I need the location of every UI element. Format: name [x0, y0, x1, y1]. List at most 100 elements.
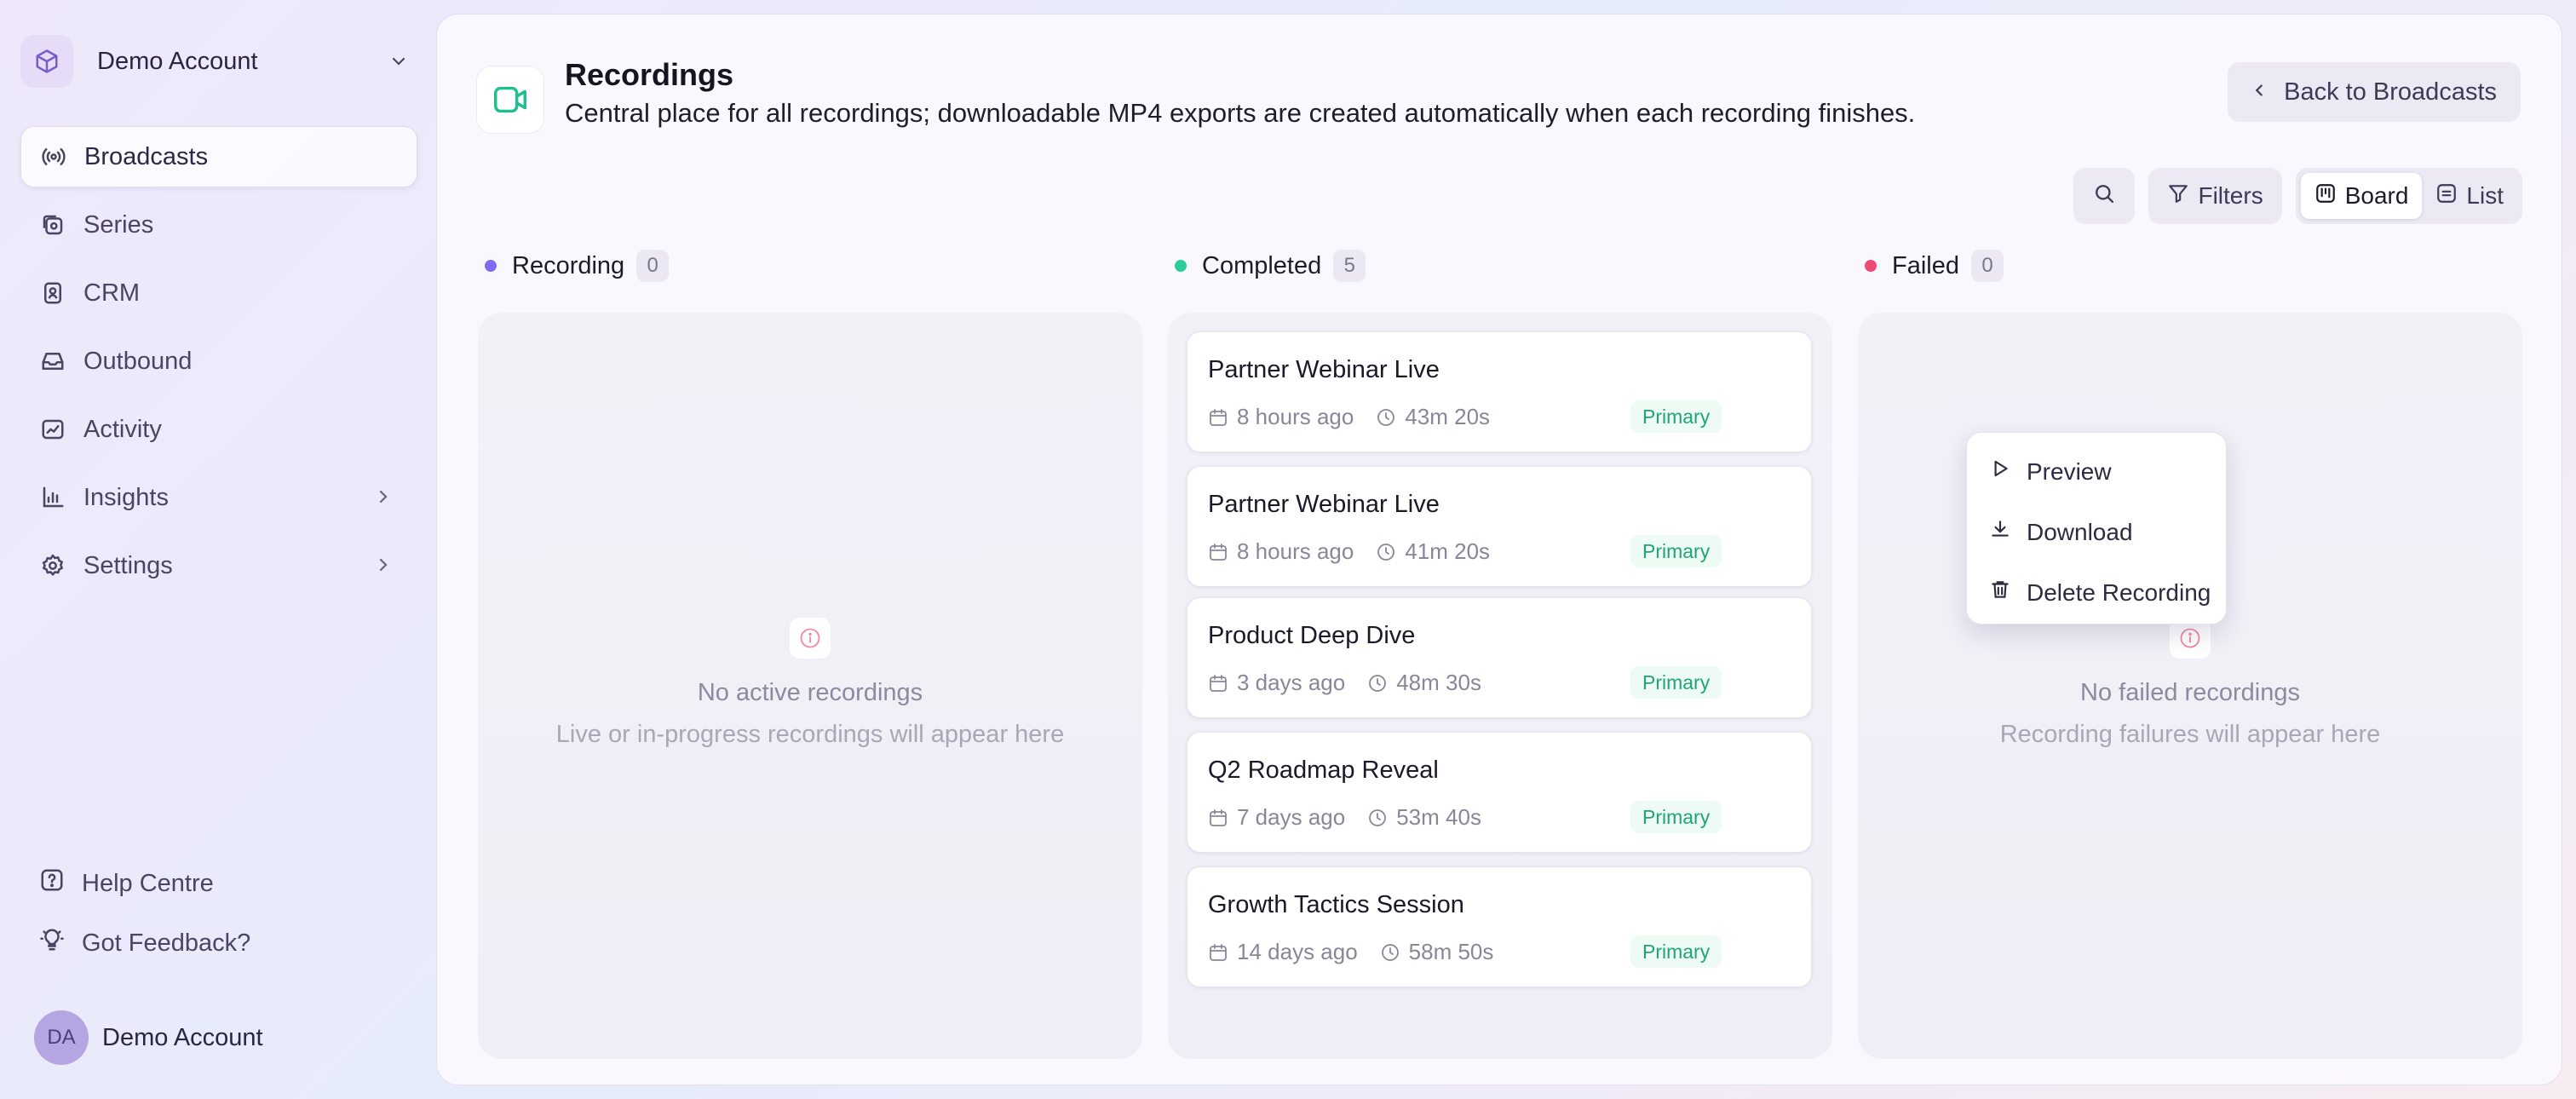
recording-title: Growth Tactics Session [1208, 891, 1464, 918]
sidebar-item-label: Insights [83, 483, 169, 511]
filters-label: Filters [2198, 182, 2263, 209]
recording-meta: 14 days ago 58m 50s [1208, 939, 1515, 965]
sidebar: Demo Account Broadcasts Series CRM Outbo… [0, 0, 434, 1099]
recording-card[interactable]: Partner Webinar Live 8 hours ago 41m 20s… [1187, 466, 1812, 587]
column-recording: Recording 0 No active recordings Live or… [478, 245, 1142, 1059]
clock-icon [1369, 674, 1387, 692]
list-view-button[interactable]: List [2422, 173, 2517, 219]
sidebar-item-outbound[interactable]: Outbound [20, 331, 417, 392]
recording-title: Q2 Roadmap Reveal [1208, 757, 1439, 784]
calendar-icon [1210, 943, 1227, 961]
empty-state: No failed recordings Recording failures … [1858, 618, 2522, 749]
column-header: Failed 0 [1858, 245, 2522, 287]
recording-duration: 41m 20s [1405, 538, 1491, 564]
column-count-badge: 5 [1333, 250, 1366, 282]
recording-age: 8 hours ago [1237, 538, 1354, 564]
sidebar-item-settings[interactable]: Settings [20, 535, 417, 596]
empty-state-subtitle: Live or in-progress recordings will appe… [555, 721, 1065, 748]
help-icon [39, 867, 65, 900]
delete-recording-menu-item[interactable]: Delete Recording [1967, 562, 2226, 623]
sidebar-item-broadcasts[interactable]: Broadcasts [20, 126, 417, 187]
activity-icon [39, 416, 66, 443]
chevron-right-icon [373, 554, 394, 582]
calendar-icon [1210, 543, 1227, 561]
recording-age: 3 days ago [1237, 670, 1346, 695]
sidebar-item-activity[interactable]: Activity [20, 399, 417, 460]
search-button[interactable] [2073, 168, 2136, 224]
feedback-label: Got Feedback? [82, 929, 251, 957]
recording-meta: 3 days ago 48m 30s [1208, 670, 1504, 696]
recording-title: Partner Webinar Live [1208, 356, 1440, 383]
help-centre-link[interactable]: Help Centre [20, 854, 417, 913]
download-menu-item[interactable]: Download [1967, 502, 2226, 562]
lightbulb-icon [39, 927, 65, 959]
recording-duration: 53m 40s [1396, 804, 1481, 830]
board-view-label: Board [2344, 182, 2409, 209]
sidebar-item-label: Settings [83, 551, 173, 579]
column-header: Recording 0 [478, 245, 1142, 287]
sidebar-item-insights[interactable]: Insights [20, 467, 417, 528]
video-camera-icon [476, 66, 544, 134]
avatar: DA [34, 1010, 89, 1065]
sidebar-item-label: Activity [83, 415, 162, 443]
column-body: No failed recordings Recording failures … [1858, 313, 2522, 1059]
empty-state-title: No active recordings [697, 679, 923, 706]
toolbar: Filters Board List [2073, 168, 2522, 224]
user-name: Demo Account [102, 1023, 263, 1051]
list-icon [2435, 182, 2458, 210]
recording-context-menu: Preview Download Delete Recording [1966, 432, 2227, 624]
sidebar-item-label: Broadcasts [84, 142, 209, 170]
filter-icon [2167, 182, 2189, 210]
trash-icon [1989, 578, 2011, 607]
preview-menu-item[interactable]: Preview [1967, 441, 2226, 502]
primary-badge: Primary [1630, 400, 1722, 433]
clock-icon [1369, 808, 1387, 826]
help-centre-label: Help Centre [82, 869, 214, 897]
recording-meta: 7 days ago 53m 40s [1208, 804, 1504, 831]
main-nav: Broadcasts Series CRM Outbound Activity [20, 126, 417, 603]
recording-card[interactable]: Partner Webinar Live 8 hours ago 43m 20s… [1187, 331, 1812, 452]
feedback-link[interactable]: Got Feedback? [20, 913, 417, 973]
series-icon [39, 211, 66, 239]
column-title: Failed [1892, 251, 1959, 279]
recording-meta: 8 hours ago 43m 20s [1208, 404, 1512, 430]
chevron-down-icon [388, 51, 409, 76]
column-failed: Failed 0 No failed recordings Recording … [1858, 245, 2522, 1059]
recording-card[interactable]: Growth Tactics Session 14 days ago 58m 5… [1187, 866, 1812, 987]
recording-duration: 48m 30s [1396, 670, 1481, 695]
recording-age: 8 hours ago [1237, 404, 1354, 429]
primary-badge: Primary [1630, 666, 1722, 699]
recording-duration: 43m 20s [1405, 404, 1491, 429]
play-icon [1989, 457, 2011, 486]
recording-title: Partner Webinar Live [1208, 491, 1440, 518]
back-button-label: Back to Broadcasts [2284, 78, 2497, 106]
info-icon [790, 618, 831, 659]
recording-meta: 8 hours ago 41m 20s [1208, 538, 1512, 565]
download-label: Download [2027, 518, 2133, 545]
recording-age: 14 days ago [1237, 939, 1358, 964]
sidebar-item-crm[interactable]: CRM [20, 262, 417, 324]
calendar-icon [1210, 408, 1227, 426]
cube-icon [20, 35, 73, 88]
back-to-broadcasts-button[interactable]: Back to Broadcasts [2228, 62, 2521, 122]
board-view-button[interactable]: Board [2300, 173, 2423, 219]
sidebar-item-label: Series [83, 210, 154, 239]
recording-age: 7 days ago [1237, 804, 1346, 830]
board-icon [2314, 182, 2337, 210]
filters-button[interactable]: Filters [2148, 168, 2282, 224]
primary-badge: Primary [1630, 535, 1722, 567]
recording-card[interactable]: Product Deep Dive 3 days ago 48m 30s Pri… [1187, 597, 1812, 718]
recordings-panel: Recordings Central place for all recordi… [436, 14, 2562, 1085]
account-name: Demo Account [97, 47, 258, 75]
column-count-badge: 0 [636, 250, 670, 282]
user-profile[interactable]: DA Demo Account [34, 1010, 263, 1065]
status-dot [485, 260, 497, 272]
view-toggle: Board List [2295, 168, 2522, 224]
sidebar-item-series[interactable]: Series [20, 194, 417, 256]
chevron-right-icon [373, 486, 394, 514]
insights-icon [39, 484, 66, 511]
account-switcher[interactable]: Demo Account [20, 32, 417, 90]
recording-card[interactable]: Q2 Roadmap Reveal 7 days ago 53m 40s Pri… [1187, 732, 1812, 853]
recording-title: Product Deep Dive [1208, 622, 1416, 649]
column-body: Partner Webinar Live 8 hours ago 43m 20s… [1168, 313, 1832, 1059]
